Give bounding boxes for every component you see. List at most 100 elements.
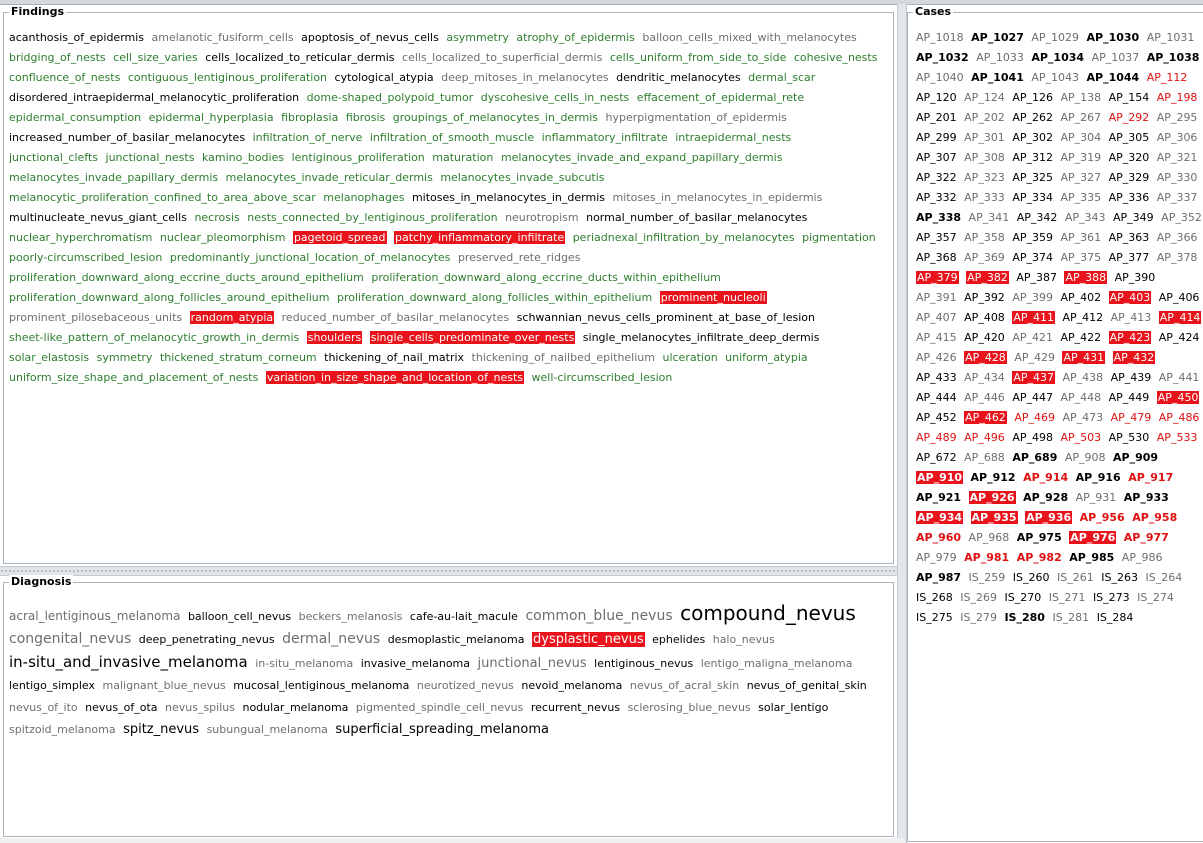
case-tag[interactable]: AP_414 (1158, 311, 1202, 324)
case-tag[interactable]: AP_390 (1115, 271, 1156, 284)
diagnosis-tag[interactable]: spitz_nevus (123, 722, 199, 737)
case-tag[interactable]: AP_198 (1157, 91, 1198, 104)
case-tag[interactable]: AP_503 (1060, 431, 1101, 444)
case-tag[interactable]: AP_689 (1012, 451, 1057, 464)
finding-tag[interactable]: dome-shaped_polypoid_tumor (307, 91, 474, 104)
finding-tag[interactable]: amelanotic_fusiform_cells (152, 31, 294, 44)
finding-tag[interactable]: dermal_scar (748, 71, 815, 84)
finding-tag[interactable]: random_atypia (189, 311, 275, 324)
finding-tag[interactable]: schwannian_nevus_cells_prominent_at_base… (517, 311, 815, 324)
case-tag[interactable]: AP_391 (916, 291, 957, 304)
case-tag[interactable]: AP_439 (1111, 371, 1152, 384)
finding-tag[interactable]: uniform_atypia (725, 351, 808, 364)
finding-tag[interactable]: melanocytic_proliferation_confined_to_ar… (9, 191, 316, 204)
diagnosis-tag[interactable]: pigmented_spindle_cell_nevus (356, 701, 523, 714)
finding-tag[interactable]: contiguous_lentiginous_proliferation (128, 71, 327, 84)
diagnosis-tag[interactable]: nevus_of_acral_skin (630, 679, 739, 692)
finding-tag[interactable]: maturation (432, 151, 493, 164)
case-tag[interactable]: AP_321 (1157, 151, 1198, 164)
case-tag[interactable]: AP_363 (1109, 231, 1150, 244)
finding-tag[interactable]: periadnexal_infiltration_by_melanocytes (573, 231, 795, 244)
case-tag[interactable]: AP_977 (1124, 531, 1169, 544)
case-tag[interactable]: AP_402 (1060, 291, 1101, 304)
case-tag[interactable]: AP_438 (1062, 371, 1103, 384)
case-tag[interactable]: AP_910 (916, 471, 964, 484)
case-tag[interactable]: AP_985 (1069, 551, 1114, 564)
case-tag[interactable]: AP_322 (916, 171, 957, 184)
case-tag[interactable]: AP_933 (1124, 491, 1169, 504)
diagnosis-tag[interactable]: desmoplastic_melanoma (388, 633, 525, 646)
case-tag[interactable]: AP_307 (916, 151, 957, 164)
case-tag[interactable]: IS_273 (1093, 591, 1130, 604)
case-tag[interactable]: AP_960 (916, 531, 961, 544)
case-tag[interactable]: AP_399 (1012, 291, 1053, 304)
case-tag[interactable]: AP_432 (1112, 351, 1156, 364)
finding-tag[interactable]: solar_elastosis (9, 351, 89, 364)
case-tag[interactable]: AP_335 (1060, 191, 1101, 204)
finding-tag[interactable]: pagetoid_spread (292, 231, 387, 244)
diagnosis-tag[interactable]: recurrent_nevus (531, 701, 620, 714)
case-tag[interactable]: AP_262 (1012, 111, 1053, 124)
case-tag[interactable]: IS_280 (1004, 611, 1044, 624)
case-tag[interactable]: AP_407 (916, 311, 957, 324)
finding-tag[interactable]: atrophy_of_epidermis (516, 31, 635, 44)
diagnosis-tag[interactable]: congenital_nevus (9, 631, 131, 647)
finding-tag[interactable]: acanthosis_of_epidermis (9, 31, 144, 44)
vertical-split-divider[interactable] (897, 4, 907, 843)
finding-tag[interactable]: intraepidermal_nests (675, 131, 791, 144)
finding-tag[interactable]: patchy_inflammatory_infiltrate (394, 231, 566, 244)
case-tag[interactable]: AP_308 (964, 151, 1005, 164)
finding-tag[interactable]: hyperpigmentation_of_epidermis (606, 111, 787, 124)
finding-tag[interactable]: single_melanocytes_infiltrate_deep_dermi… (583, 331, 820, 344)
diagnosis-tag[interactable]: malignant_blue_nevus (103, 679, 226, 692)
finding-tag[interactable]: kamino_bodies (202, 151, 284, 164)
finding-tag[interactable]: bridging_of_nests (9, 51, 106, 64)
case-tag[interactable]: AP_349 (1113, 211, 1154, 224)
finding-tag[interactable]: preserved_rete_ridges (458, 251, 580, 264)
finding-tag[interactable]: confluence_of_nests (9, 71, 120, 84)
finding-tag[interactable]: thickening_of_nail_matrix (324, 351, 464, 364)
diagnosis-tag[interactable]: nevus_of_genital_skin (747, 679, 867, 692)
finding-tag[interactable]: sheet-like_pattern_of_melanocytic_growth… (9, 331, 299, 344)
finding-tag[interactable]: proliferation_downward_along_eccrine_duc… (9, 271, 364, 284)
finding-tag[interactable]: epidermal_hyperplasia (149, 111, 274, 124)
case-tag[interactable]: IS_269 (960, 591, 997, 604)
diagnosis-tag[interactable]: invasive_melanoma (361, 657, 470, 670)
finding-tag[interactable]: mitoses_in_melanocytes_in_epidermis (613, 191, 823, 204)
case-tag[interactable]: AP_1033 (976, 51, 1024, 64)
case-tag[interactable]: AP_378 (1157, 251, 1198, 264)
case-tag[interactable]: AP_437 (1012, 371, 1055, 384)
diagnosis-tag[interactable]: beckers_melanosis (299, 610, 403, 623)
case-tag[interactable]: AP_908 (1065, 451, 1106, 464)
diagnosis-tag[interactable]: subungual_melanoma (207, 723, 328, 736)
diagnosis-tag[interactable]: mucosal_lentiginous_melanoma (233, 679, 409, 692)
case-tag[interactable]: AP_433 (916, 371, 957, 384)
case-tag[interactable]: AP_424 (1159, 331, 1200, 344)
case-tag[interactable]: AP_914 (1023, 471, 1068, 484)
case-tag[interactable]: AP_447 (1012, 391, 1053, 404)
finding-tag[interactable]: cell_size_varies (113, 51, 198, 64)
case-tag[interactable]: AP_387 (1016, 271, 1057, 284)
case-tag[interactable]: AP_201 (916, 111, 957, 124)
finding-tag[interactable]: well-circumscribed_lesion (532, 371, 673, 384)
diagnosis-tag[interactable]: nodular_melanoma (242, 701, 348, 714)
case-tag[interactable]: AP_304 (1060, 131, 1101, 144)
finding-tag[interactable]: shoulders (306, 331, 363, 344)
case-tag[interactable]: AP_444 (916, 391, 957, 404)
diagnosis-tag[interactable]: in-situ_and_invasive_melanoma (9, 653, 248, 671)
case-tag[interactable]: AP_332 (916, 191, 957, 204)
case-tag[interactable]: AP_1037 (1092, 51, 1140, 64)
case-tag[interactable]: AP_120 (916, 91, 957, 104)
case-tag[interactable]: AP_352 (1161, 211, 1202, 224)
finding-tag[interactable]: mitoses_in_melanocytes_in_dermis (412, 191, 605, 204)
case-tag[interactable]: IS_260 (1013, 571, 1050, 584)
diagnosis-tag[interactable]: compound_nevus (680, 602, 856, 625)
case-tag[interactable]: IS_259 (969, 571, 1006, 584)
finding-tag[interactable]: effacement_of_epidermal_rete (637, 91, 804, 104)
case-tag[interactable]: AP_341 (969, 211, 1010, 224)
finding-tag[interactable]: prominent_nucleoli (659, 291, 767, 304)
case-tag[interactable]: AP_306 (1157, 131, 1198, 144)
case-tag[interactable]: AP_533 (1157, 431, 1198, 444)
case-tag[interactable]: AP_496 (964, 431, 1005, 444)
diagnosis-tag[interactable]: cafe-au-lait_macule (410, 610, 518, 623)
